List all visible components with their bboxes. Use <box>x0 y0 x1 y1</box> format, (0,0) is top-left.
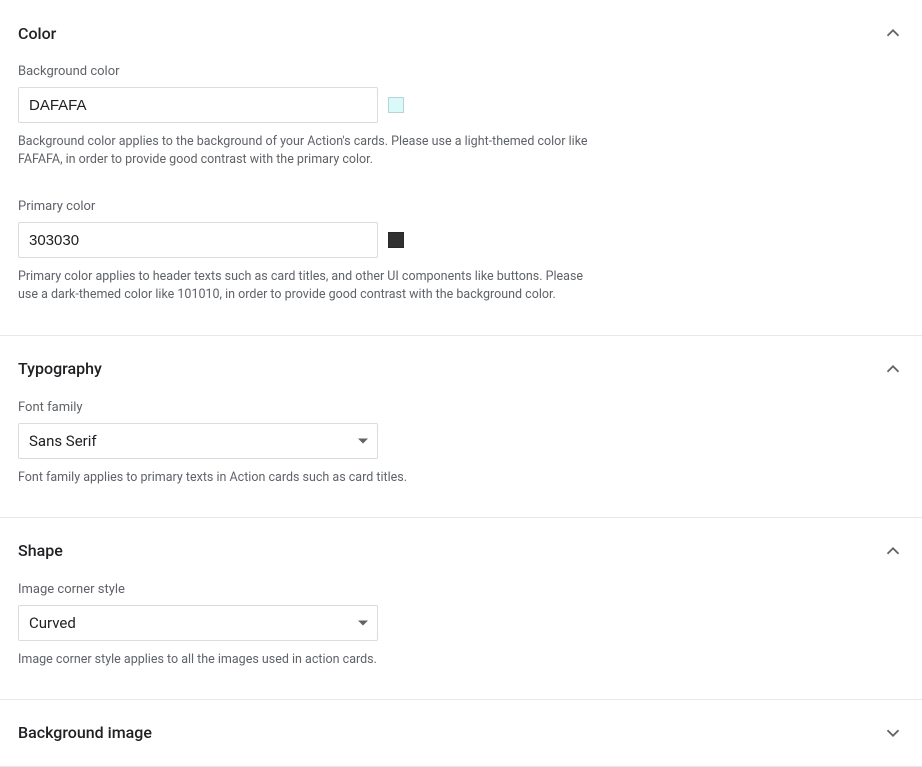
chevron-down-icon <box>882 722 904 744</box>
select-image-corner-style-value: Curved <box>29 614 76 632</box>
input-primary-color[interactable] <box>18 222 378 258</box>
help-font-family: Font family applies to primary texts in … <box>18 469 590 487</box>
section-title-typography: Typography <box>18 359 102 378</box>
select-font-family-value: Sans Serif <box>29 432 97 450</box>
label-primary-color: Primary color <box>18 199 904 214</box>
select-font-family[interactable]: Sans Serif <box>18 423 378 459</box>
label-image-corner-style: Image corner style <box>18 582 904 597</box>
field-primary-color: Primary color Primary color applies to h… <box>18 199 904 304</box>
help-background-color: Background color applies to the backgrou… <box>18 133 590 169</box>
label-font-family: Font family <box>18 400 904 415</box>
swatch-primary-color[interactable] <box>388 232 404 248</box>
section-color: Color Background color Background color … <box>0 0 922 336</box>
help-image-corner-style: Image corner style applies to all the im… <box>18 651 590 669</box>
section-header-background-image[interactable]: Background image <box>18 700 904 744</box>
chevron-up-icon <box>882 540 904 562</box>
section-background-image: Background image <box>0 700 922 767</box>
section-title-color: Color <box>18 24 56 43</box>
input-background-color[interactable] <box>18 87 378 123</box>
section-header-color[interactable]: Color <box>18 0 904 48</box>
label-background-color: Background color <box>18 64 904 79</box>
field-font-family: Font family Sans Serif Font family appli… <box>18 400 904 487</box>
section-header-shape[interactable]: Shape <box>18 518 904 566</box>
chevron-up-icon <box>882 22 904 44</box>
field-background-color: Background color Background color applie… <box>18 64 904 169</box>
section-typography: Typography Font family Sans Serif Font f… <box>0 336 922 518</box>
swatch-background-color[interactable] <box>388 97 404 113</box>
section-title-shape: Shape <box>18 541 63 560</box>
help-primary-color: Primary color applies to header texts su… <box>18 268 590 304</box>
section-title-background-image: Background image <box>18 723 152 742</box>
chevron-up-icon <box>882 358 904 380</box>
select-image-corner-style[interactable]: Curved <box>18 605 378 641</box>
field-image-corner-style: Image corner style Curved Image corner s… <box>18 582 904 669</box>
section-shape: Shape Image corner style Curved Image co… <box>0 518 922 700</box>
section-header-typography[interactable]: Typography <box>18 336 904 384</box>
